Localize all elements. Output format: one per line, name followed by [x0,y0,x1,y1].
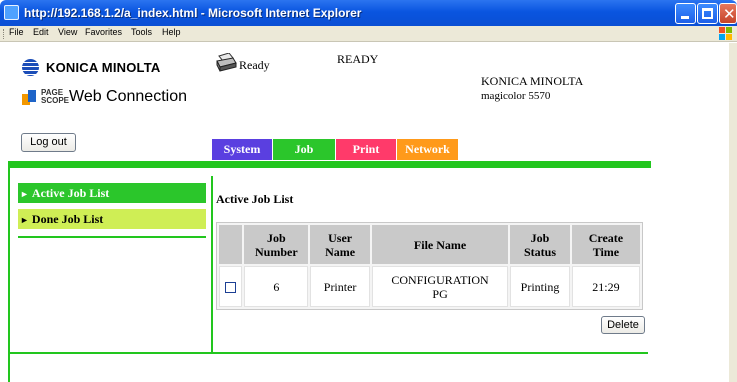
pagescope-label: PAGE SCOPE [41,88,70,105]
header-user-name: User Name [310,225,370,264]
window-titlebar[interactable]: http://192.168.1.2/a_index.html - Micros… [0,0,737,26]
page-content: KONICA MINOLTA PAGE SCOPE Web Connection… [0,43,737,382]
pagescope-icon [22,90,37,105]
windows-logo-icon [719,27,732,40]
user-name: Printer [310,266,370,307]
status-caps: READY [337,52,379,66]
header-create-time: Create Time [571,225,640,264]
tab-job[interactable]: Job [273,139,335,160]
header-file-name: File Name [371,225,509,264]
section-title: Active Job List [216,192,294,206]
sidebar-item-active-job-list[interactable]: ► Active Job List [18,183,206,203]
arrow-right-icon: ► [20,189,29,199]
menu-favorites[interactable]: Favorites [85,27,122,37]
row-select-cell [219,266,243,307]
header-job-status: Job Status [510,225,570,264]
globe-icon [22,59,39,76]
sidebar-item-done-job-list[interactable]: ► Done Job List [18,209,206,229]
job-number: 6 [244,266,309,307]
minimize-button[interactable] [675,3,696,24]
create-time: 21:29 [571,266,640,307]
maximize-icon [702,8,713,19]
menu-help[interactable]: Help [162,27,181,37]
sidebar-item-label: Done Job List [31,212,104,226]
sidebar-divider [211,176,213,353]
window-title: http://192.168.1.2/a_index.html - Micros… [24,6,362,20]
tab-print[interactable]: Print [336,139,396,160]
job-status: Printing [510,266,570,307]
logout-button[interactable]: Log out [21,133,76,152]
window-right-frame [729,43,737,382]
table-header-row: Job Number User Name File Name Job Status C… [219,225,640,264]
menu-bar: File Edit View Favorites Tools Help [0,26,737,42]
printer-icon [216,53,237,72]
left-border [8,168,10,382]
row-checkbox[interactable] [225,282,237,294]
header-select [219,225,243,264]
close-icon: ✕ [723,5,736,23]
ie-icon [4,5,19,20]
arrow-right-icon: ► [20,215,29,225]
toolbar-grip[interactable] [3,29,5,39]
web-connection-text: Web Connection [69,88,187,105]
file-name: CONFIGURATION PG [371,266,509,307]
device-model: magicolor 5570 [481,90,551,102]
tab-network[interactable]: Network [397,139,458,160]
header-job-number: Job Number [244,225,309,264]
menu-tools[interactable]: Tools [131,27,152,37]
tab-system[interactable]: System [212,139,272,160]
close-button[interactable]: ✕ [719,3,737,24]
sidebar-bottom-line [18,236,206,238]
menu-file[interactable]: File [9,27,24,37]
delete-button[interactable]: Delete [601,316,645,334]
tab-underline-bar [8,161,651,168]
maximize-button[interactable] [697,3,718,24]
menu-view[interactable]: View [58,27,77,37]
minimize-icon [681,16,689,19]
table-row: 6 Printer CONFIGURATION PG Printing 21:29 [219,266,640,307]
content-bottom-line [10,352,648,354]
menu-edit[interactable]: Edit [33,27,49,37]
sidebar-item-label: Active Job List [31,186,110,200]
status-text: Ready [239,58,270,72]
brand-text: KONICA MINOLTA [46,60,161,75]
device-maker: KONICA MINOLTA [481,74,584,88]
job-table: Job Number User Name File Name Job Status C… [216,222,643,310]
